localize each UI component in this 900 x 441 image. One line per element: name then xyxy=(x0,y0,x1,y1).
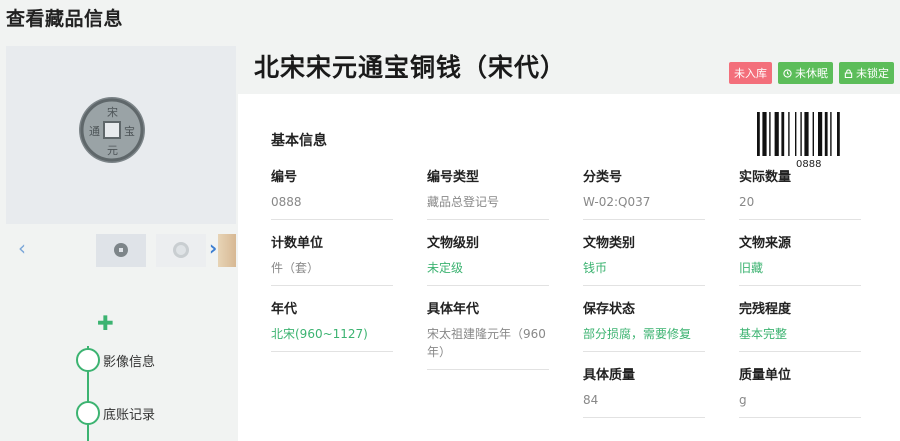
status-badge-dormant: 未休眠 xyxy=(778,62,833,84)
field-value: 基本完整 xyxy=(739,325,861,352)
field-value: W-02:Q037 xyxy=(583,193,705,220)
page-title: 查看藏品信息 xyxy=(6,8,124,30)
basic-info-panel: 基本信息 0888 编号 0888 编号类型 藏品总登记号 分类号 W-02:Q… xyxy=(238,94,900,441)
field-unit: 计数单位 件（套） xyxy=(271,232,393,286)
field-value: 旧藏 xyxy=(739,259,861,286)
field-label: 完残程度 xyxy=(739,302,792,317)
plus-icon[interactable]: ✚ xyxy=(97,311,114,335)
svg-text:宋: 宋 xyxy=(107,105,118,119)
field-completeness: 完残程度 基本完整 xyxy=(739,298,861,352)
barcode-bar xyxy=(757,112,760,156)
thumbnail-strip: ‹ › xyxy=(6,226,236,274)
field-value: 84 xyxy=(583,391,705,418)
field-value: 部分损腐，需要修复 xyxy=(583,325,705,352)
field-label: 文物级别 xyxy=(427,236,480,251)
thumbnail-coin-back[interactable] xyxy=(156,234,206,267)
field-value: 北宋(960~1127) xyxy=(271,325,393,352)
barcode-bar xyxy=(830,112,832,156)
svg-text:元: 元 xyxy=(107,144,118,157)
field-label: 保存状态 xyxy=(583,302,636,317)
field-label: 计数单位 xyxy=(271,236,324,251)
timeline-label: 底账记录 xyxy=(103,407,156,423)
field-value: 藏品总登记号 xyxy=(427,193,549,220)
field-label: 质量单位 xyxy=(739,368,792,383)
field-id: 编号 0888 xyxy=(271,166,393,220)
chevron-left-icon[interactable]: ‹ xyxy=(18,236,26,260)
field-preservation: 保存状态 部分损腐，需要修复 xyxy=(583,298,705,352)
barcode-bar xyxy=(804,112,809,156)
field-label: 具体年代 xyxy=(427,302,480,317)
field-era: 年代 北宋(960~1127) xyxy=(271,298,393,352)
status-badges: 未入库 未休眠 未锁定 xyxy=(729,62,894,84)
barcode-bar xyxy=(818,112,823,156)
timeline-node xyxy=(76,401,100,425)
field-label: 具体质量 xyxy=(583,368,636,383)
barcode-bar xyxy=(812,112,814,156)
status-badge-lock: 未锁定 xyxy=(839,62,894,84)
barcode-bar xyxy=(800,112,802,156)
timeline-item-ledger[interactable]: 底账记录 xyxy=(76,401,155,425)
field-value: 20 xyxy=(739,193,861,220)
lock-icon xyxy=(844,68,853,78)
field-label: 分类号 xyxy=(583,170,623,185)
field-class-no: 分类号 W-02:Q037 xyxy=(583,166,705,220)
field-label: 实际数量 xyxy=(739,170,792,185)
svg-text:通: 通 xyxy=(89,125,100,138)
barcode-bar xyxy=(837,112,840,156)
field-source: 文物来源 旧藏 xyxy=(739,232,861,286)
field-label: 编号类型 xyxy=(427,170,480,185)
field-label: 文物来源 xyxy=(739,236,792,251)
barcode-bar xyxy=(795,112,797,156)
field-label: 年代 xyxy=(271,302,298,317)
field-label: 编号 xyxy=(271,170,298,185)
barcode-bar xyxy=(781,112,785,156)
svg-text:宝: 宝 xyxy=(124,124,135,138)
field-value: 0888 xyxy=(271,193,393,220)
timeline-label: 影像信息 xyxy=(103,354,156,370)
field-id-type: 编号类型 藏品总登记号 xyxy=(427,166,549,220)
clock-icon xyxy=(783,68,792,78)
field-quantity: 实际数量 20 xyxy=(739,166,861,220)
barcode xyxy=(757,112,840,156)
barcode-bar xyxy=(762,112,767,156)
coin-photo: 宋 元 通 宝 xyxy=(6,46,236,224)
artifact-title: 北宋宋元通宝铜钱（宋代） xyxy=(254,53,567,82)
status-badge-storage: 未入库 xyxy=(729,62,772,84)
field-value: 钱币 xyxy=(583,259,705,286)
field-value: g xyxy=(739,391,861,418)
barcode-bar xyxy=(769,112,771,156)
field-value: 宋太祖建隆元年（960年） xyxy=(427,325,549,370)
thumbnail-coin-front[interactable] xyxy=(96,234,146,267)
field-value: 未定级 xyxy=(427,259,549,286)
field-category: 文物类别 钱币 xyxy=(583,232,705,286)
field-specific-era: 具体年代 宋太祖建隆元年（960年） xyxy=(427,298,549,370)
timeline-node xyxy=(76,348,100,372)
barcode-bar xyxy=(774,112,779,156)
field-value: 件（套） xyxy=(271,259,393,286)
field-weight: 具体质量 84 xyxy=(583,364,705,418)
section-title: 基本信息 xyxy=(271,133,327,149)
artifact-main-image[interactable]: 宋 元 通 宝 xyxy=(6,46,236,224)
thumbnail-partial[interactable] xyxy=(218,234,236,267)
chevron-right-icon[interactable]: › xyxy=(209,236,217,260)
field-label: 文物类别 xyxy=(583,236,636,251)
barcode-bar xyxy=(788,112,790,156)
field-weight-unit: 质量单位 g xyxy=(739,364,861,418)
timeline-item-images[interactable]: 影像信息 xyxy=(76,348,155,372)
barcode-bar xyxy=(824,112,828,156)
field-grade: 文物级别 未定级 xyxy=(427,232,549,286)
